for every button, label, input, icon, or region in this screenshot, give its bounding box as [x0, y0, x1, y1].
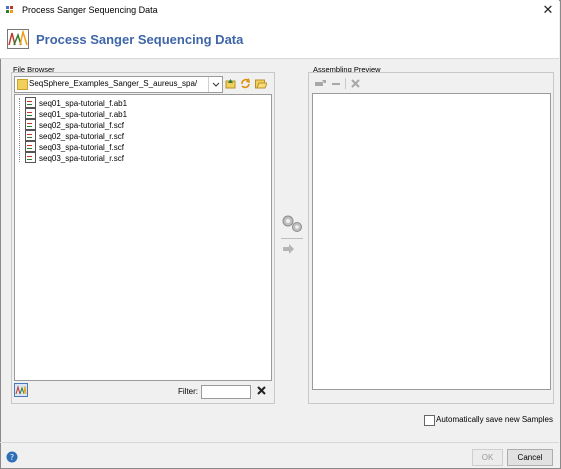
chevron-down-icon[interactable] [208, 77, 222, 92]
list-item[interactable]: seq02_spa-tutorial_f.scf [25, 119, 124, 130]
folder-icon [17, 79, 28, 90]
process-gears-icon[interactable] [280, 212, 304, 234]
filter-label: Filter: [178, 387, 198, 396]
footer-divider [0, 442, 559, 443]
sequence-file-icon [25, 97, 36, 108]
window-title: Process Sanger Sequencing Data [22, 5, 158, 15]
toolbar-separator [345, 78, 346, 89]
sequencing-logo-icon [7, 29, 29, 49]
refresh-icon[interactable] [240, 78, 251, 89]
directory-combobox[interactable]: SeqSphere_Examples_Sanger_S_aureus_spa/ [14, 76, 223, 93]
auto-save-checkbox[interactable] [424, 415, 435, 426]
cancel-button[interactable]: Cancel [507, 449, 553, 466]
file-tree[interactable]: seq01_spa-tutorial_f.ab1 seq01_spa-tutor… [14, 94, 272, 381]
file-name: seq02_spa-tutorial_r.scf [39, 132, 124, 141]
remove-icon[interactable] [331, 79, 341, 88]
file-name: seq01_spa-tutorial_r.ab1 [39, 110, 128, 119]
edit-icon[interactable] [315, 79, 326, 88]
directory-value: SeqSphere_Examples_Sanger_S_aureus_spa/ [29, 79, 198, 88]
sequence-file-icon [25, 119, 36, 130]
file-name: seq03_spa-tutorial_r.scf [39, 154, 124, 163]
arrow-right-icon[interactable] [283, 244, 295, 254]
sequence-file-icon [25, 141, 36, 152]
tree-guide-line [19, 98, 20, 162]
app-icon [6, 6, 16, 15]
title-bar: Process Sanger Sequencing Data ✕ [0, 0, 559, 21]
delete-icon[interactable] [351, 79, 360, 88]
ok-button[interactable]: OK [472, 449, 503, 466]
page-title: Process Sanger Sequencing Data [36, 32, 244, 47]
list-item[interactable]: seq02_spa-tutorial_r.scf [25, 130, 124, 141]
sequence-file-icon [25, 108, 36, 119]
open-folder-icon[interactable] [255, 78, 268, 89]
filter-input[interactable] [201, 385, 251, 399]
parent-folder-icon[interactable] [225, 78, 236, 89]
sequence-view-toggle-icon[interactable] [14, 383, 28, 397]
svg-text:?: ? [10, 453, 14, 462]
header-banner: Process Sanger Sequencing Data [0, 21, 559, 59]
help-icon[interactable]: ? [6, 451, 18, 463]
divider [281, 238, 303, 239]
assembling-preview-area[interactable] [312, 93, 551, 390]
list-item[interactable]: seq03_spa-tutorial_r.scf [25, 152, 124, 163]
sequence-file-icon [25, 130, 36, 141]
sequence-file-icon [25, 152, 36, 163]
file-name: seq02_spa-tutorial_f.scf [39, 121, 124, 130]
list-item[interactable]: seq03_spa-tutorial_f.scf [25, 141, 124, 152]
file-name: seq03_spa-tutorial_f.scf [39, 143, 124, 152]
list-item[interactable]: seq01_spa-tutorial_f.ab1 [25, 97, 127, 108]
auto-save-label: Automatically save new Samples [436, 415, 553, 424]
list-item[interactable]: seq01_spa-tutorial_r.ab1 [25, 108, 127, 119]
file-name: seq01_spa-tutorial_f.ab1 [39, 99, 128, 108]
clear-filter-icon[interactable] [257, 386, 266, 395]
close-icon[interactable]: ✕ [540, 2, 556, 18]
